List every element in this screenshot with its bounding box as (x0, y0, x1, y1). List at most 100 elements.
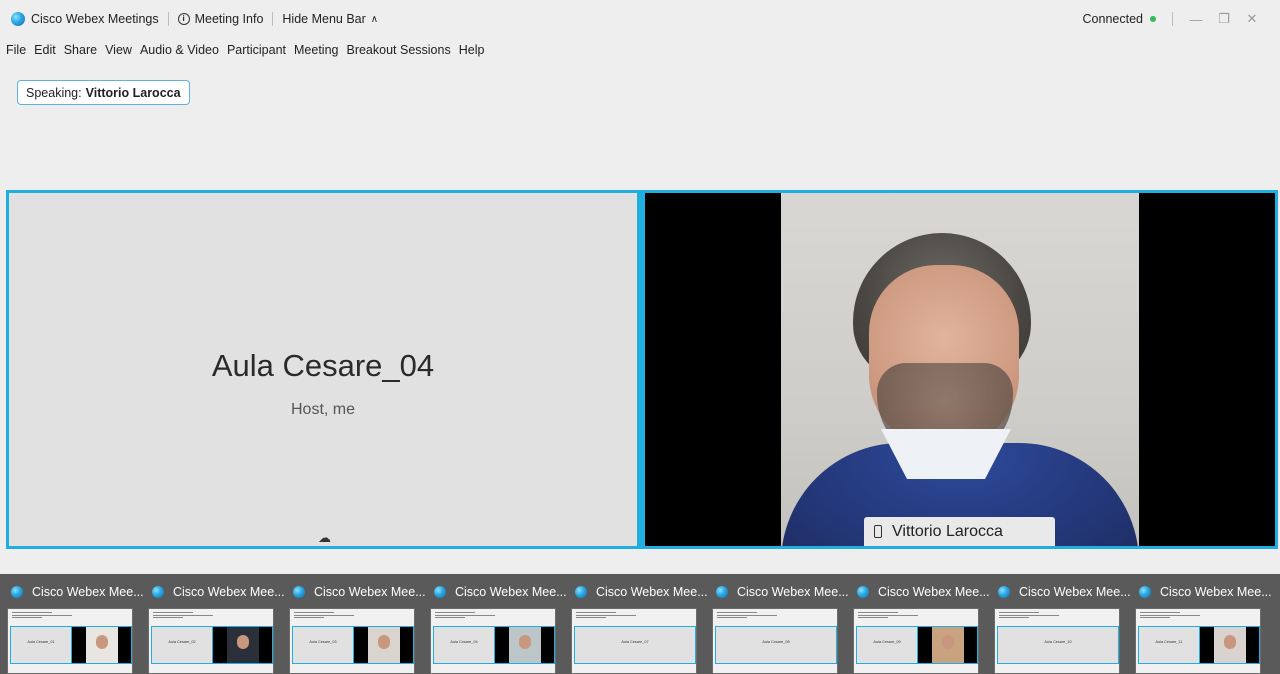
thumbnail-stage: Aula Cesare_11 (1138, 626, 1260, 664)
close-icon[interactable]: ✕ (1238, 11, 1266, 27)
restore-icon[interactable]: ❐ (1210, 11, 1238, 27)
thumbnail-menu-line (1140, 612, 1180, 613)
webex-logo-icon (11, 12, 25, 26)
thumbnail-room-tile: Aula Cesare_09 (857, 627, 917, 663)
taskbar-window-title: Cisco Webex Mee... (430, 584, 571, 600)
thumbnail-video-tile (918, 627, 977, 663)
taskbar-window-preview[interactable]: Cisco Webex Mee... Aula Cesare_07 (571, 574, 712, 674)
thumbnail-face (237, 635, 249, 649)
taskbar-window-title: Cisco Webex Mee... (7, 584, 148, 600)
divider (167, 12, 169, 26)
thumbnail-menu-line (435, 617, 465, 618)
taskbar-window-preview[interactable]: Cisco Webex Mee... Aula Cesare_08 (712, 574, 853, 674)
webex-logo-icon (152, 586, 164, 598)
window-thumbnail: Aula Cesare_03 (289, 608, 415, 674)
taskbar-window-preview[interactable]: Cisco Webex Mee... Aula Cesare_03 (289, 574, 430, 674)
thumbnail-video (1214, 627, 1246, 663)
thumbnail-room-tile: Aula Cesare_04 (434, 627, 494, 663)
thumbnail-face (1224, 635, 1236, 649)
menu-audio-video[interactable]: Audio & Video (136, 43, 223, 57)
thumbnail-room-tile: Aula Cesare_07 (575, 627, 695, 663)
thumbnail-menu-line (435, 615, 495, 616)
taskbar-window-label: Cisco Webex Mee... (878, 585, 990, 599)
thumbnail-face (519, 635, 531, 649)
menu-help[interactable]: Help (455, 43, 489, 57)
thumbnail-menu-line (1140, 615, 1200, 616)
thumbnail-stage: Aula Cesare_04 (433, 626, 555, 664)
thumbnail-menu-line (858, 615, 918, 616)
thumbnail-menu-line (294, 615, 354, 616)
thumbnail-face (378, 635, 390, 649)
thumbnail-room-tile: Aula Cesare_10 (998, 627, 1118, 663)
window-thumbnail: Aula Cesare_08 (712, 608, 838, 674)
thumbnail-menu-line (153, 615, 213, 616)
phone-icon (874, 525, 882, 538)
menu-breakout-sessions[interactable]: Breakout Sessions (342, 43, 454, 57)
thumbnail-room-name: Aula Cesare_04 (450, 640, 478, 644)
taskbar-window-preview[interactable]: Cisco Webex Mee... Aula Cesare_01 (7, 574, 148, 674)
participant-tile-self[interactable]: Aula Cesare_04 Host, me ☁ (9, 193, 637, 546)
webex-logo-icon (575, 586, 587, 598)
taskbar-window-title: Cisco Webex Mee... (994, 584, 1135, 600)
menu-participant[interactable]: Participant (223, 43, 290, 57)
thumbnail-menu-line (999, 615, 1059, 616)
webex-logo-icon (434, 586, 446, 598)
thumbnail-menu-line (294, 612, 334, 613)
menu-edit[interactable]: Edit (30, 43, 60, 57)
menu-view[interactable]: View (101, 43, 136, 57)
taskbar-window-title: Cisco Webex Mee... (571, 584, 712, 600)
taskbar-window-label: Cisco Webex Mee... (173, 585, 285, 599)
thumbnail-video (227, 627, 259, 663)
thumbnail-stage: Aula Cesare_09 (856, 626, 978, 664)
thumbnail-menu-line (576, 612, 616, 613)
taskbar-window-title: Cisco Webex Mee... (289, 584, 430, 600)
taskbar-window-title: Cisco Webex Mee... (1135, 584, 1276, 600)
participant-tile-speaker[interactable]: Vittorio Larocca (645, 193, 1275, 546)
speaking-indicator: Speaking: Vittorio Larocca (17, 80, 190, 105)
taskbar-window-preview[interactable]: Cisco Webex Mee... Aula Cesare_09 (853, 574, 994, 674)
thumbnail-video-tile (1200, 627, 1259, 663)
participant-name: Aula Cesare_04 (211, 348, 435, 383)
taskbar-window-preview[interactable]: Cisco Webex Mee... Aula Cesare_11 (1135, 574, 1276, 674)
thumbnail-stage: Aula Cesare_01 (10, 626, 132, 664)
info-icon: i (177, 13, 190, 25)
connected-dot-icon (1150, 16, 1156, 22)
speaker-name-label: Vittorio Larocca (864, 517, 1055, 546)
thumbnail-room-name: Aula Cesare_02 (168, 640, 196, 644)
window-thumbnail: Aula Cesare_01 (7, 608, 133, 674)
taskbar-window-label: Cisco Webex Mee... (1019, 585, 1131, 599)
taskbar-window-preview[interactable]: Cisco Webex Mee... Aula Cesare_10 (994, 574, 1135, 674)
thumbnail-menu-line (858, 617, 888, 618)
thumbnail-menu-line (717, 615, 777, 616)
menu-meeting[interactable]: Meeting (290, 43, 342, 57)
thumbnail-stage: Aula Cesare_07 (574, 626, 696, 664)
thumbnail-menu-line (576, 617, 606, 618)
thumbnail-room-tile: Aula Cesare_02 (152, 627, 212, 663)
speaker-name: Vittorio Larocca (892, 522, 1003, 540)
minimize-icon[interactable]: — (1182, 12, 1210, 27)
window-thumbnail: Aula Cesare_07 (571, 608, 697, 674)
thumbnail-menu-line (153, 612, 193, 613)
thumbnail-menu-line (153, 617, 183, 618)
audio-connection-icon: ☁ (318, 530, 331, 545)
taskbar-window-preview[interactable]: Cisco Webex Mee... Aula Cesare_04 (430, 574, 571, 674)
webex-logo-icon (857, 586, 869, 598)
taskbar-window-label: Cisco Webex Mee... (455, 585, 567, 599)
meeting-info-button[interactable]: i Meeting Info (177, 12, 263, 26)
thumbnail-video (509, 627, 541, 663)
thumbnail-menu-line (1140, 617, 1170, 618)
thumbnail-room-name: Aula Cesare_11 (1155, 640, 1183, 644)
connection-status: Connected (1082, 12, 1143, 26)
menu-file[interactable]: File (2, 43, 30, 57)
thumbnail-stage: Aula Cesare_03 (292, 626, 414, 664)
taskbar-window-label: Cisco Webex Mee... (737, 585, 849, 599)
webex-logo-icon (293, 586, 305, 598)
speaking-name: Vittorio Larocca (85, 85, 181, 100)
taskbar-window-label: Cisco Webex Mee... (596, 585, 708, 599)
menu-share[interactable]: Share (60, 43, 101, 57)
thumbnail-room-name: Aula Cesare_10 (1044, 640, 1072, 644)
title-bar: Cisco Webex Meetings i Meeting Info Hide… (0, 0, 1280, 38)
thumbnail-menu-line (294, 617, 324, 618)
hide-menu-bar-button[interactable]: Hide Menu Bar ∧ (282, 12, 378, 26)
taskbar-window-preview[interactable]: Cisco Webex Mee... Aula Cesare_02 (148, 574, 289, 674)
